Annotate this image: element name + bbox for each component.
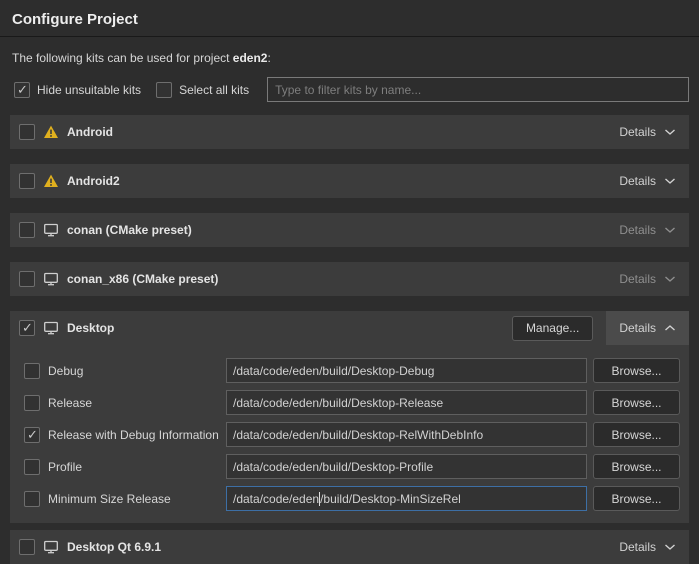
desktop-icon <box>43 320 59 336</box>
desktop-icon <box>43 271 59 287</box>
kit-row-android2: Android2 Details <box>10 164 689 198</box>
kit-row-desktop: Desktop Manage... Details <box>10 311 689 345</box>
browse-button[interactable]: Browse... <box>593 358 680 383</box>
chevron-down-icon <box>664 226 676 234</box>
subtitle-text: The following kits can be used for proje… <box>12 51 233 65</box>
build-dir-value: /data/code/eden/build/Desktop-Debug <box>233 364 434 378</box>
build-dir-value: /data/code/eden <box>233 492 319 506</box>
select-all-checkbox[interactable] <box>156 82 172 98</box>
chevron-down-icon <box>664 543 676 551</box>
config-label: Release <box>48 396 226 410</box>
chevron-down-icon <box>664 128 676 136</box>
kit-name: Android2 <box>67 174 120 188</box>
project-name: eden2 <box>233 51 268 65</box>
details-toggle-desktop[interactable]: Details <box>606 311 689 345</box>
details-toggle-android[interactable]: Details <box>606 115 689 149</box>
kit-checkbox-desktop[interactable] <box>19 320 35 336</box>
details-toggle-android2[interactable]: Details <box>606 164 689 198</box>
build-dir-input-debug[interactable]: /data/code/eden/build/Desktop-Debug <box>226 358 587 383</box>
config-checkbox-minsizerel[interactable] <box>24 491 40 507</box>
build-dir-value: /data/code/eden/build/Desktop-RelWithDeb… <box>233 428 483 442</box>
kit-list: Android Details Android2 Details <box>10 115 689 564</box>
kit-filter-input[interactable] <box>267 77 689 102</box>
kit-row-conan-x86: conan_x86 (CMake preset) Details <box>10 262 689 296</box>
build-config-row-relwithdebinfo: Release with Debug Information /data/cod… <box>24 422 680 447</box>
configure-project-page: Configure Project The following kits can… <box>0 0 699 564</box>
config-checkbox-debug[interactable] <box>24 363 40 379</box>
build-config-row-release: Release /data/code/eden/build/Desktop-Re… <box>24 390 680 415</box>
kit-name: Desktop <box>67 321 114 335</box>
kit-checkbox-conan[interactable] <box>19 222 35 238</box>
details-label: Details <box>619 321 656 335</box>
build-dir-value: /build/Desktop-MinSizeRel <box>320 492 461 506</box>
build-dir-value: /data/code/eden/build/Desktop-Release <box>233 396 443 410</box>
kit-row-desktop-qt: Desktop Qt 6.9.1 Details <box>10 530 689 564</box>
config-label: Minimum Size Release <box>48 492 226 506</box>
chevron-up-icon <box>664 324 676 332</box>
build-dir-input-relwithdebinfo[interactable]: /data/code/eden/build/Desktop-RelWithDeb… <box>226 422 587 447</box>
kit-name: Android <box>67 125 113 139</box>
kit-checkbox-desktop-qt[interactable] <box>19 539 35 555</box>
chevron-down-icon <box>664 275 676 283</box>
config-label: Debug <box>48 364 226 378</box>
page-title: Configure Project <box>0 0 699 37</box>
browse-button[interactable]: Browse... <box>593 390 680 415</box>
select-all-label: Select all kits <box>179 83 249 97</box>
details-toggle-conan-x86[interactable]: Details <box>606 262 689 296</box>
kit-name: Desktop Qt 6.9.1 <box>67 540 161 554</box>
kit-name: conan (CMake preset) <box>67 223 192 237</box>
build-config-row-minsizerel: Minimum Size Release /data/code/eden/bui… <box>24 486 680 511</box>
kit-row-android: Android Details <box>10 115 689 149</box>
config-label: Profile <box>48 460 226 474</box>
details-label: Details <box>619 174 656 188</box>
build-dir-value: /data/code/eden/build/Desktop-Profile <box>233 460 433 474</box>
desktop-icon <box>43 222 59 238</box>
details-toggle-conan[interactable]: Details <box>606 213 689 247</box>
build-dir-input-release[interactable]: /data/code/eden/build/Desktop-Release <box>226 390 587 415</box>
desktop-icon <box>43 539 59 555</box>
details-label: Details <box>619 540 656 554</box>
build-config-row-profile: Profile /data/code/eden/build/Desktop-Pr… <box>24 454 680 479</box>
warning-icon <box>43 173 59 189</box>
build-dir-input-profile[interactable]: /data/code/eden/build/Desktop-Profile <box>226 454 587 479</box>
details-toggle-desktop-qt[interactable]: Details <box>606 530 689 564</box>
kit-panel-desktop: Desktop Manage... Details Debug /data/co… <box>10 311 689 523</box>
manage-button[interactable]: Manage... <box>512 316 593 341</box>
build-dir-input-minsizerel[interactable]: /data/code/eden/build/Desktop-MinSizeRel <box>226 486 587 511</box>
config-checkbox-relwithdebinfo[interactable] <box>24 427 40 443</box>
chevron-down-icon <box>664 177 676 185</box>
subtitle-colon: : <box>267 51 270 65</box>
browse-button[interactable]: Browse... <box>593 422 680 447</box>
config-checkbox-release[interactable] <box>24 395 40 411</box>
details-label: Details <box>619 223 656 237</box>
warning-icon <box>43 124 59 140</box>
build-config-row-debug: Debug /data/code/eden/build/Desktop-Debu… <box>24 358 680 383</box>
kit-name: conan_x86 (CMake preset) <box>67 272 218 286</box>
browse-button[interactable]: Browse... <box>593 454 680 479</box>
browse-button[interactable]: Browse... <box>593 486 680 511</box>
details-label: Details <box>619 272 656 286</box>
details-label: Details <box>619 125 656 139</box>
project-kits-subtitle: The following kits can be used for proje… <box>12 51 687 65</box>
kit-filter-bar: Hide unsuitable kits Select all kits <box>14 77 689 102</box>
kit-checkbox-android[interactable] <box>19 124 35 140</box>
kit-checkbox-conan-x86[interactable] <box>19 271 35 287</box>
hide-unsuitable-label: Hide unsuitable kits <box>37 83 141 97</box>
kit-row-conan: conan (CMake preset) Details <box>10 213 689 247</box>
hide-unsuitable-checkbox[interactable] <box>14 82 30 98</box>
kit-checkbox-android2[interactable] <box>19 173 35 189</box>
config-checkbox-profile[interactable] <box>24 459 40 475</box>
config-label: Release with Debug Information <box>48 428 226 442</box>
